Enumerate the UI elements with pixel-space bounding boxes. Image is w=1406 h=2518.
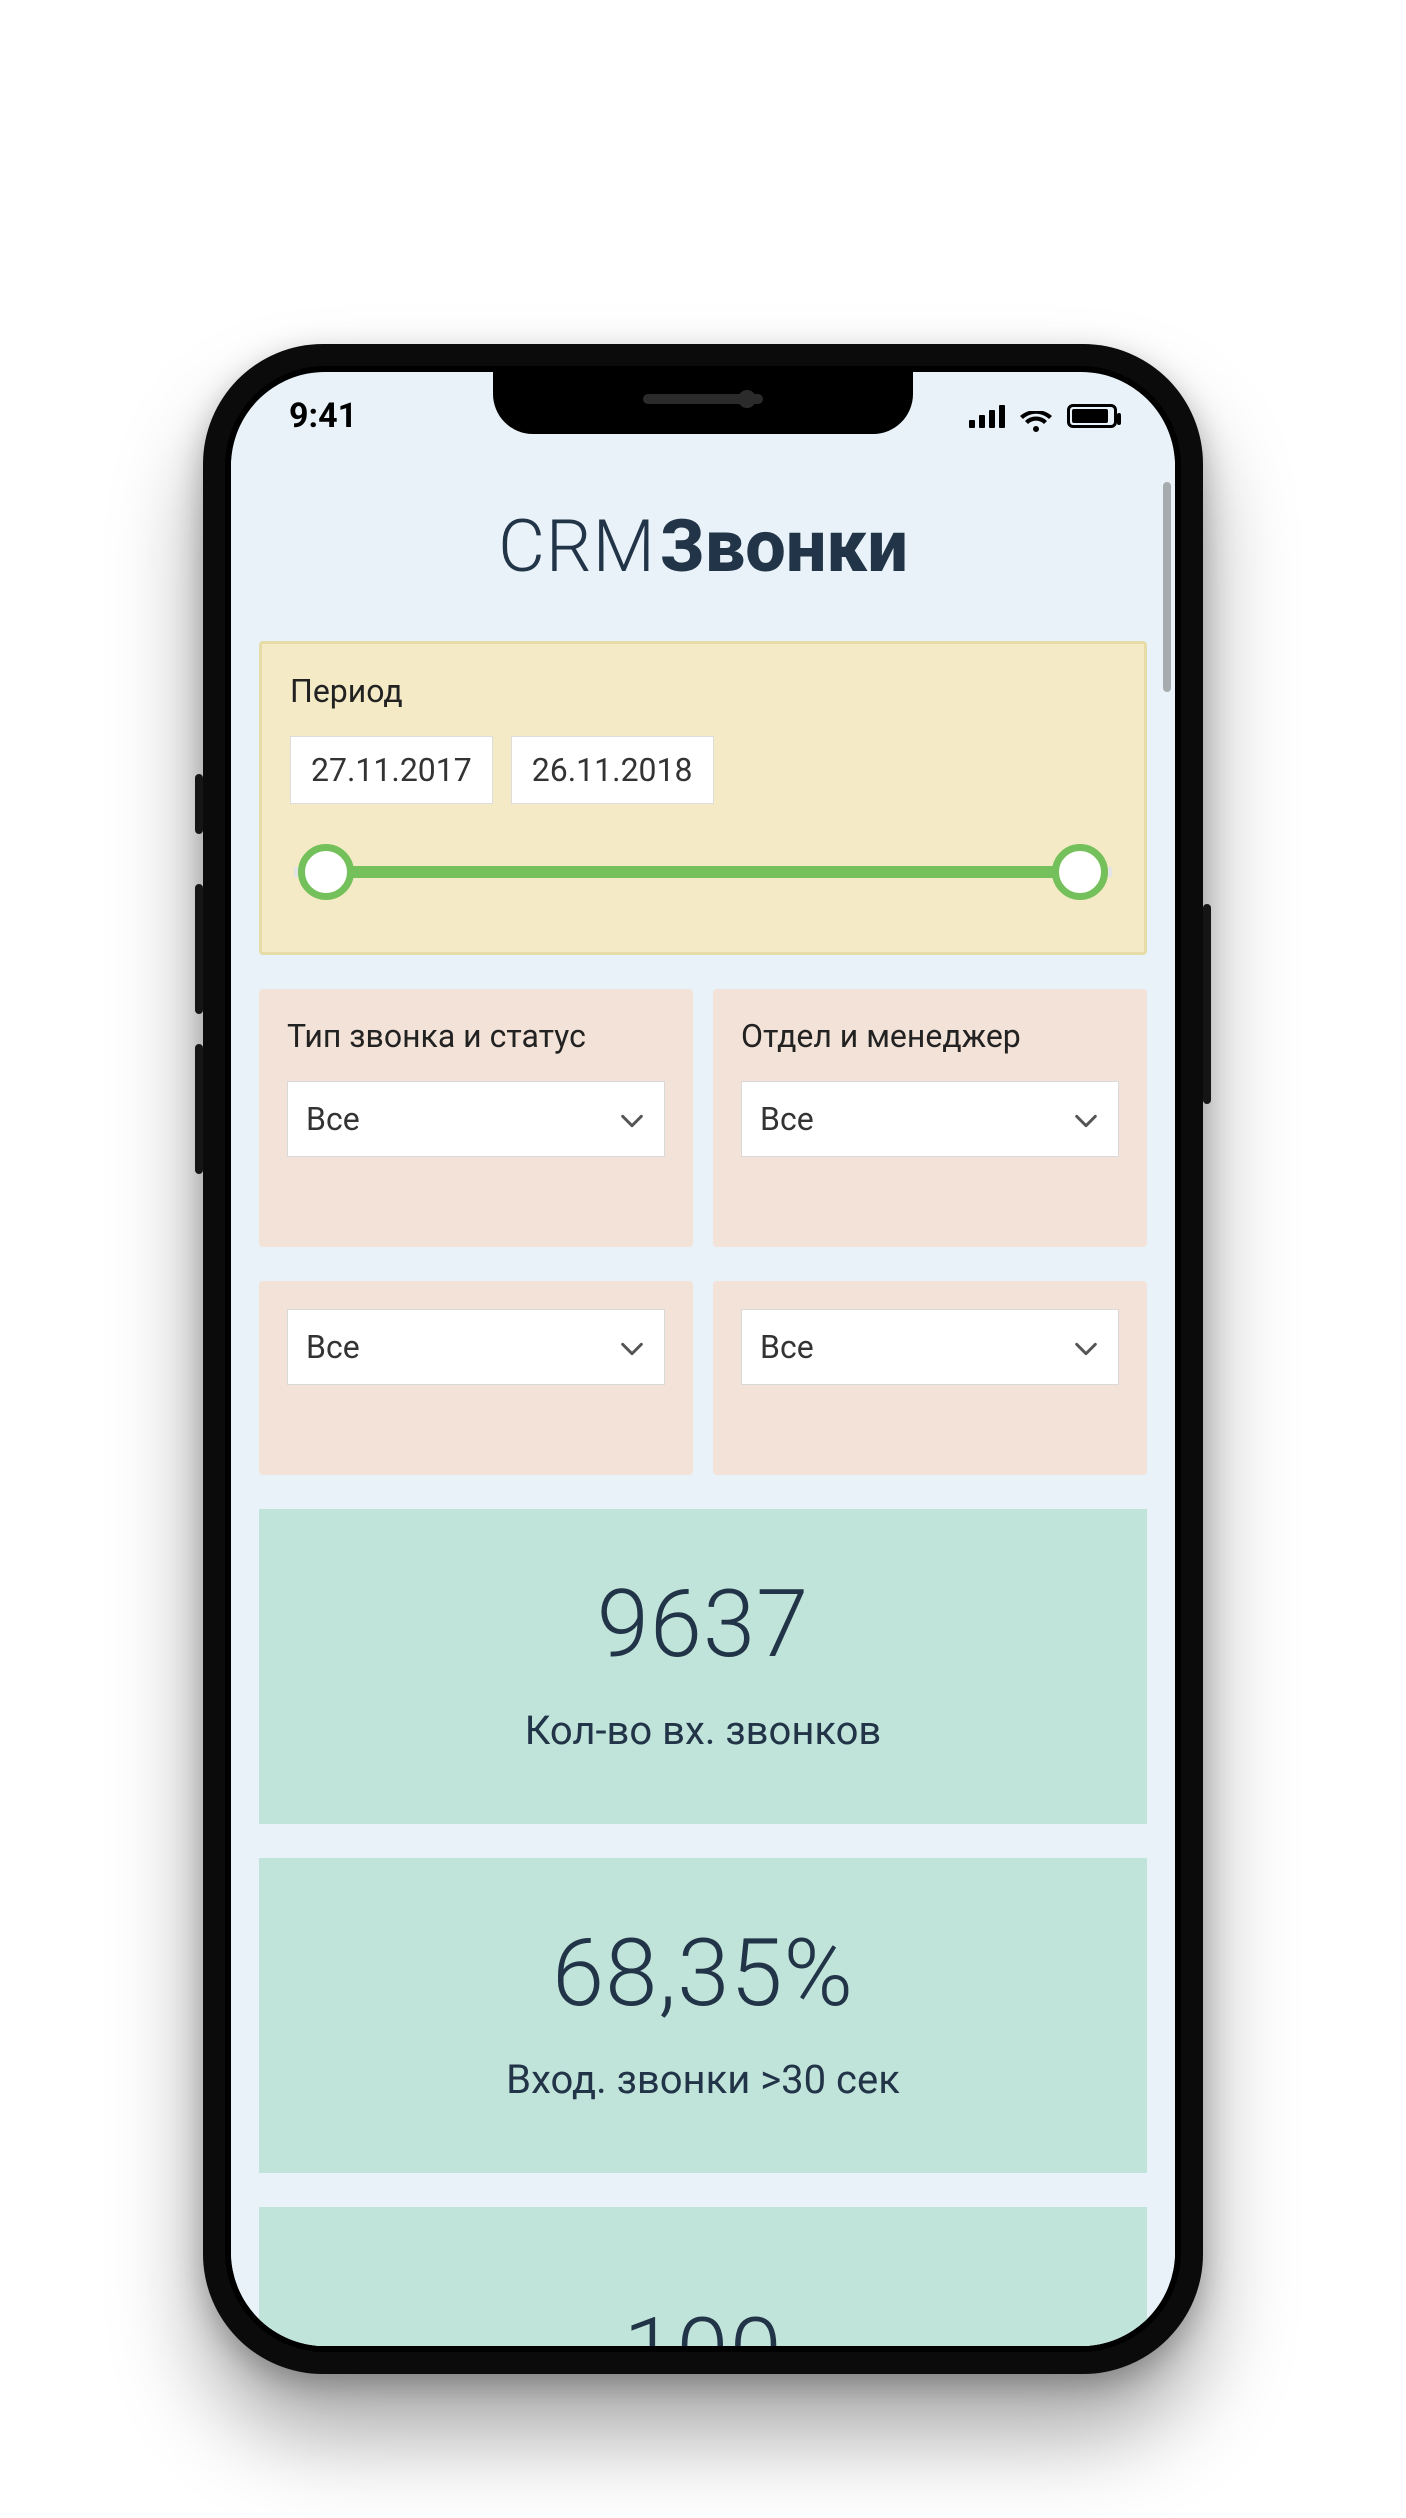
select-department[interactable]: Все: [741, 1081, 1119, 1157]
select-call-type[interactable]: Все: [287, 1081, 665, 1157]
select-value: Все: [760, 1100, 814, 1138]
chevron-down-icon: [1072, 1105, 1100, 1133]
phone-mute-switch: [195, 774, 203, 834]
date-from-chip[interactable]: 27.11.2017: [290, 736, 493, 804]
kpi-card-partial: 100: [259, 2207, 1147, 2346]
phone-volume-up: [195, 884, 203, 1014]
chevron-down-icon: [1072, 1333, 1100, 1361]
slider-handle-left[interactable]: [298, 844, 354, 900]
date-to-chip[interactable]: 26.11.2018: [511, 736, 714, 804]
filter-label-call-type: Тип звонка и статус: [287, 1017, 665, 1055]
select-manager[interactable]: Все: [741, 1309, 1119, 1385]
battery-icon: [1067, 404, 1117, 428]
chevron-down-icon: [618, 1333, 646, 1361]
scrollbar-thumb[interactable]: [1163, 482, 1171, 692]
cellular-icon: [969, 404, 1005, 428]
page-title: CRM Звонки: [231, 460, 1175, 641]
phone-power-button: [1203, 904, 1211, 1104]
screen: 9:41 CRM З: [231, 372, 1175, 2346]
filter-card-status: Все: [259, 1281, 693, 1475]
kpi-caption: Кол-во вх. звонков: [279, 1707, 1127, 1754]
kpi-value: 68,35%: [279, 1918, 1127, 2028]
header-prefix: CRM: [498, 504, 656, 589]
header-title: Звонки: [660, 504, 908, 589]
chevron-down-icon: [618, 1105, 646, 1133]
status-time: 9:41: [289, 396, 357, 436]
scrollbar-thumb[interactable]: [1163, 2302, 1171, 2342]
select-value: Все: [760, 1328, 814, 1366]
period-card: Период 27.11.2017 26.11.2018: [259, 641, 1147, 955]
status-bar: 9:41: [231, 372, 1175, 460]
filter-label-department: Отдел и менеджер: [741, 1017, 1119, 1055]
kpi-incoming-over-30s: 68,35% Вход. звонки >30 сек: [259, 1858, 1147, 2173]
select-value: Все: [306, 1100, 360, 1138]
kpi-incoming-calls: 9637 Кол-во вх. звонков: [259, 1509, 1147, 1824]
kpi-value: 100: [279, 2267, 1127, 2346]
select-value: Все: [306, 1328, 360, 1366]
date-range-slider[interactable]: [294, 840, 1112, 904]
filter-card-department: Отдел и менеджер Все: [713, 989, 1147, 1247]
phone-volume-down: [195, 1044, 203, 1174]
period-label: Период: [290, 672, 1116, 710]
app-content[interactable]: CRM Звонки Период 27.11.2017 26.11.2018: [231, 460, 1175, 2346]
slider-handle-right[interactable]: [1052, 844, 1108, 900]
filter-card-manager: Все: [713, 1281, 1147, 1475]
kpi-caption: Вход. звонки >30 сек: [279, 2056, 1127, 2103]
kpi-value: 9637: [279, 1569, 1127, 1679]
phone-frame: 9:41 CRM З: [203, 344, 1203, 2374]
wifi-icon: [1019, 404, 1053, 428]
filter-card-call-type: Тип звонка и статус Все: [259, 989, 693, 1247]
select-status[interactable]: Все: [287, 1309, 665, 1385]
